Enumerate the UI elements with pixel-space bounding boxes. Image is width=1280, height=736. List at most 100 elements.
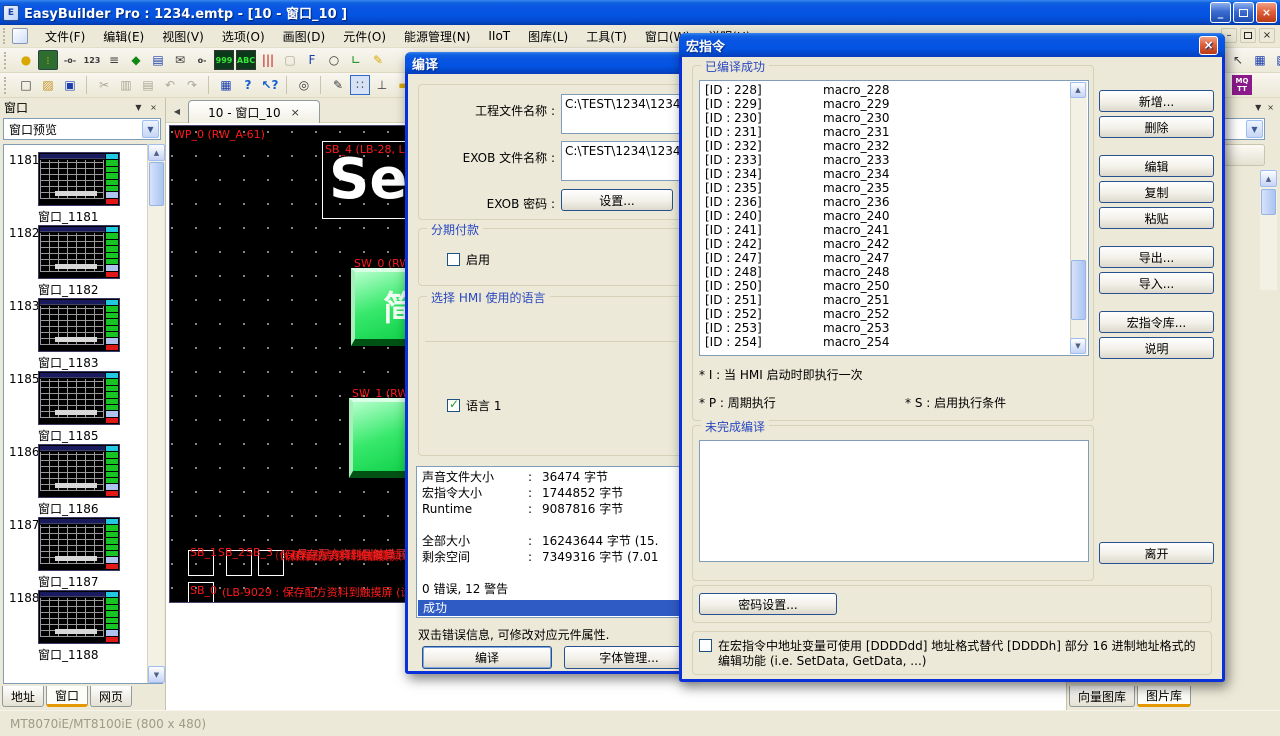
panel-close-icon[interactable]: × bbox=[1267, 103, 1274, 112]
clock-icon[interactable]: ○ bbox=[324, 50, 344, 70]
password-set-button[interactable]: 设置... bbox=[561, 189, 673, 211]
scrollbar-thumb[interactable] bbox=[149, 162, 164, 206]
window-preview-item[interactable]: 1181 窗口_1181 bbox=[4, 150, 162, 223]
menu-energy-management[interactable]: 能源管理(N) bbox=[395, 25, 479, 48]
menu-options[interactable]: 选项(O) bbox=[213, 25, 274, 48]
redo-icon[interactable]: ↷ bbox=[182, 75, 202, 95]
window-preview-item[interactable]: 1187 窗口_1187 bbox=[4, 515, 162, 588]
enable-checkbox[interactable]: 启用 bbox=[447, 253, 490, 268]
tab-picture-library[interactable]: 图片库 bbox=[1137, 686, 1191, 707]
delete-button[interactable]: 删除 bbox=[1099, 116, 1214, 138]
help-button[interactable]: 说明 bbox=[1099, 337, 1214, 359]
macro_229[interactable]: [ID : 229] macro_229 bbox=[700, 97, 1088, 111]
copy-icon[interactable]: ▥ bbox=[116, 75, 136, 95]
language1-checkbox[interactable]: 语言 1 bbox=[447, 399, 501, 414]
macro_234[interactable]: [ID : 234] macro_234 bbox=[700, 167, 1088, 181]
scroll-up-icon[interactable]: ▲ bbox=[1070, 82, 1086, 98]
selection-icon[interactable]: ▢ bbox=[280, 50, 300, 70]
font-manage-button[interactable]: 字体管理... bbox=[564, 646, 687, 669]
menu-tools[interactable]: 工具(T) bbox=[577, 25, 636, 48]
mdi-close-button[interactable]: × bbox=[1259, 28, 1275, 43]
macro_232[interactable]: [ID : 232] macro_232 bbox=[700, 139, 1088, 153]
compile-stat-row[interactable] bbox=[417, 565, 681, 581]
tab-window[interactable]: 窗口 bbox=[46, 686, 88, 707]
import-button[interactable]: 导入... bbox=[1099, 272, 1214, 294]
new-file-icon[interactable]: □ bbox=[16, 75, 36, 95]
pen-icon[interactable]: ✎ bbox=[328, 75, 348, 95]
library-icon[interactable]: ▧ bbox=[1272, 50, 1280, 70]
menu-view[interactable]: 视图(V) bbox=[153, 25, 213, 48]
compile-stat-row[interactable] bbox=[417, 517, 681, 533]
ascii-display-icon[interactable]: ABC bbox=[236, 50, 256, 70]
grid-icon[interactable]: ∷ bbox=[350, 75, 370, 95]
paste-icon[interactable]: ▤ bbox=[138, 75, 158, 95]
tab-address[interactable]: 地址 bbox=[2, 686, 44, 707]
声音文件大小[interactable]: 声音文件大小 : 36474 字节 bbox=[417, 469, 681, 485]
barcode-icon[interactable]: ||| bbox=[258, 50, 278, 70]
宏指令大小[interactable]: 宏指令大小 : 1744852 字节 bbox=[417, 485, 681, 501]
menu-objects[interactable]: 元件(O) bbox=[334, 25, 395, 48]
scroll-up-icon[interactable]: ▲ bbox=[148, 144, 165, 161]
chevron-down-icon[interactable]: ▼ bbox=[142, 120, 159, 138]
open-folder-icon[interactable]: ▨ bbox=[38, 75, 58, 95]
view-mode-dropdown[interactable]: 窗口预览 ▼ bbox=[3, 118, 161, 140]
macro_228[interactable]: [ID : 228] macro_228 bbox=[700, 83, 1088, 97]
window-preview-item[interactable]: 1186 窗口_1186 bbox=[4, 442, 162, 515]
mdi-restore-button[interactable] bbox=[1240, 28, 1256, 43]
minimize-button[interactable]: _ bbox=[1210, 2, 1231, 23]
macro-dialog-titlebar[interactable]: 宏指令 × bbox=[679, 33, 1225, 57]
macro-password-button[interactable]: 密码设置... bbox=[699, 593, 837, 615]
draw-icon[interactable]: ✎ bbox=[368, 50, 388, 70]
macro-list-scrollbar[interactable]: ▲ ▼ bbox=[1070, 82, 1087, 354]
cut-icon[interactable]: ✂ bbox=[94, 75, 114, 95]
scroll-down-icon[interactable]: ▼ bbox=[1070, 338, 1086, 354]
panel-menu-icon[interactable]: ▼ bbox=[1255, 103, 1261, 112]
panel-menu-icon[interactable]: ▼ bbox=[131, 100, 146, 114]
chart-icon[interactable]: ∟ bbox=[346, 50, 366, 70]
word-lamp-icon[interactable]: ▤ bbox=[148, 50, 168, 70]
find-icon[interactable]: ◎ bbox=[294, 75, 314, 95]
剩余空间[interactable]: 剩余空间 : 7349316 字节 (7.01 bbox=[417, 549, 681, 565]
function-key-icon[interactable]: ◆ bbox=[126, 50, 146, 70]
address-format-checkbox[interactable]: 在宏指令中地址变量可使用 [DDDDdd] 地址格式替代 [DDDDh] 部分 … bbox=[699, 639, 1205, 669]
library-scrollbar[interactable]: ▲ bbox=[1260, 170, 1277, 290]
compile-success-row[interactable]: 成功 bbox=[418, 600, 680, 616]
export-button[interactable]: 导出... bbox=[1099, 246, 1214, 268]
paste-button[interactable]: 粘贴 bbox=[1099, 207, 1214, 229]
Runtime[interactable]: Runtime : 9087816 字节 bbox=[417, 501, 681, 517]
window-preview-item[interactable]: 1182 窗口_1182 bbox=[4, 223, 162, 296]
macro_236[interactable]: [ID : 236] macro_236 bbox=[700, 195, 1088, 209]
checkbox-icon[interactable] bbox=[447, 253, 460, 266]
macro_241[interactable]: [ID : 241] macro_241 bbox=[700, 223, 1088, 237]
scrollbar-thumb[interactable] bbox=[1261, 189, 1276, 215]
全部大小[interactable]: 全部大小 : 16243644 字节 (15. bbox=[417, 533, 681, 549]
chevron-down-icon[interactable]: ▼ bbox=[1246, 120, 1263, 138]
menu-edit[interactable]: 编辑(E) bbox=[94, 25, 153, 48]
macro_247[interactable]: [ID : 247] macro_247 bbox=[700, 251, 1088, 265]
tab-scroll-left-icon[interactable]: ◀ bbox=[170, 103, 184, 119]
scrollbar-thumb[interactable] bbox=[1071, 260, 1086, 320]
menu-library[interactable]: 图库(L) bbox=[519, 25, 577, 48]
macro_248[interactable]: [ID : 248] macro_248 bbox=[700, 265, 1088, 279]
bulb-icon[interactable]: ● bbox=[16, 50, 36, 70]
macro-library-button[interactable]: 宏指令库... bbox=[1099, 311, 1214, 333]
exit-button[interactable]: 离开 bbox=[1099, 542, 1214, 564]
compile-button[interactable]: 编译 bbox=[422, 646, 552, 669]
checkbox-icon[interactable] bbox=[699, 639, 712, 652]
layers-icon[interactable]: ≡ bbox=[104, 50, 124, 70]
0 错误, 12 警告[interactable]: 0 错误, 12 警告 bbox=[417, 581, 681, 597]
close-button[interactable]: × bbox=[1256, 2, 1277, 23]
add-button[interactable]: 新增... bbox=[1099, 90, 1214, 112]
project-file-field[interactable]: C:\TEST\1234\1234.e bbox=[561, 94, 687, 134]
numeric-display-icon[interactable]: 999 bbox=[214, 50, 234, 70]
numeric-input-icon[interactable]: 123 bbox=[82, 50, 102, 70]
macro_254[interactable]: [ID : 254] macro_254 bbox=[700, 335, 1088, 349]
align-icon[interactable]: ⊥ bbox=[372, 75, 392, 95]
window-preview-item[interactable]: 1188 窗口_1188 bbox=[4, 588, 162, 661]
window-preview-item[interactable]: 1183 窗口_1183 bbox=[4, 296, 162, 369]
mqtt-icon[interactable]: MQTT bbox=[1232, 75, 1252, 95]
exob-file-field[interactable]: C:\TEST\1234\1234.e bbox=[561, 141, 687, 181]
macro_253[interactable]: [ID : 253] macro_253 bbox=[700, 321, 1088, 335]
copy-button[interactable]: 复制 bbox=[1099, 181, 1214, 203]
print-icon[interactable]: ▦ bbox=[216, 75, 236, 95]
